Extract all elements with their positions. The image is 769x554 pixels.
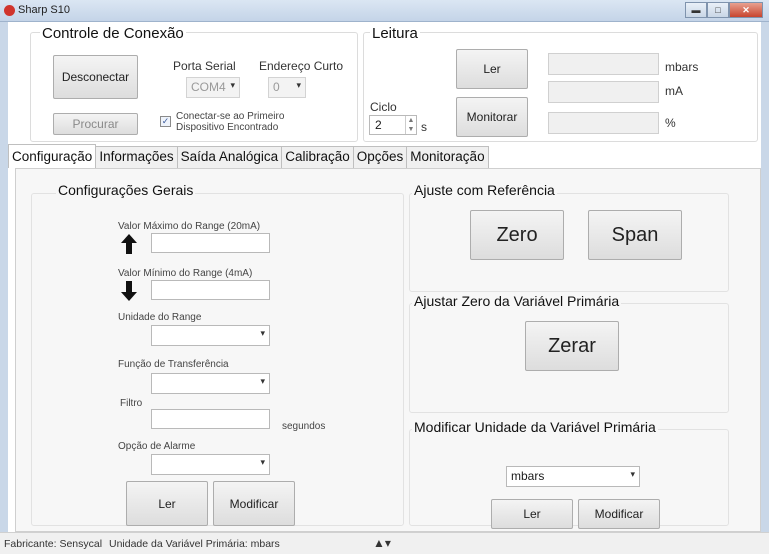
auto-connect-label: Conectar-se ao Primeiro Dispositivo Enco…: [176, 111, 284, 133]
general-settings-title: Configurações Gerais: [56, 182, 196, 198]
tab-configuration[interactable]: Configuração: [8, 144, 97, 168]
primary-unit-title: Modificar Unidade da Variável Primária: [412, 419, 658, 435]
tab-options[interactable]: Opções: [352, 146, 408, 168]
close-button[interactable]: ✕: [729, 2, 763, 18]
pressure-unit: mbars: [665, 60, 699, 74]
tab-panel-configuration: Configurações Gerais Valor Máximo do Ran…: [15, 168, 761, 532]
primary-unit-modify-button[interactable]: Modificar: [578, 499, 660, 529]
current-readout: [548, 81, 659, 103]
min-range-label: Valor Mínimo do Range (4mA): [118, 268, 253, 279]
filter-input[interactable]: [151, 409, 270, 429]
manufacturer-status: Fabricante: Sensycal: [4, 538, 103, 550]
arrow-down-icon: [119, 279, 139, 303]
pressure-readout: [548, 53, 659, 75]
tab-calibration[interactable]: Calibração: [281, 146, 354, 168]
auto-connect-checkbox[interactable]: ✓: [160, 116, 171, 127]
chevron-down-icon: ▾: [630, 469, 635, 479]
primary-unit-read-button[interactable]: Ler: [491, 499, 573, 529]
range-unit-select[interactable]: ▾: [151, 325, 270, 346]
transfer-function-label: Função de Transferência: [118, 359, 229, 370]
serial-port-label: Porta Serial: [173, 59, 236, 73]
monitor-button[interactable]: Monitorar: [456, 97, 528, 137]
primary-unit-value: mbars: [511, 469, 545, 483]
read-button[interactable]: Ler: [456, 49, 528, 89]
warning-icon[interactable]: ▲▾: [373, 536, 391, 550]
max-range-input[interactable]: [151, 233, 270, 253]
cycle-value: 2: [375, 118, 382, 132]
cycle-spinner[interactable]: 2 ▲ ▼: [369, 115, 417, 135]
cycle-unit: s: [421, 120, 427, 134]
range-unit-label: Unidade do Range: [118, 312, 202, 323]
chevron-down-icon: ▾: [296, 80, 301, 90]
short-address-label: Endereço Curto: [259, 59, 344, 73]
cycle-label: Ciclo: [370, 100, 397, 114]
filter-unit: segundos: [282, 421, 326, 432]
tab-bar: Configuração Informações Saída Analógica…: [8, 144, 489, 168]
spinner-arrows-icon[interactable]: ▲ ▼: [405, 116, 416, 134]
serial-port-select[interactable]: COM4 ▾: [186, 77, 240, 98]
general-read-button[interactable]: Ler: [126, 481, 208, 526]
filter-label: Filtro: [120, 398, 143, 409]
reset-zero-button[interactable]: Zerar: [525, 321, 619, 371]
current-unit: mA: [665, 84, 683, 98]
primary-unit-select[interactable]: mbars ▾: [506, 466, 640, 487]
title-bar: Sharp S10 ▬ □ ✕: [0, 0, 769, 22]
main-window: Controle de Conexão Desconectar Procurar…: [8, 22, 761, 532]
chevron-down-icon: ▾: [230, 80, 235, 90]
connection-title: Controle de Conexão: [40, 25, 186, 42]
percent-readout: [548, 112, 659, 134]
percent-unit: %: [665, 116, 676, 130]
max-range-label: Valor Máximo do Range (20mA): [118, 221, 261, 232]
transfer-function-select[interactable]: ▾: [151, 373, 270, 394]
min-range-input[interactable]: [151, 280, 270, 300]
primary-zero-title: Ajustar Zero da Variável Primária: [412, 293, 622, 309]
alarm-option-select[interactable]: ▾: [151, 454, 270, 475]
reading-title: Leitura: [370, 25, 420, 42]
span-button[interactable]: Span: [588, 210, 682, 260]
chevron-down-icon: ▾: [260, 457, 265, 467]
app-icon: [4, 5, 15, 16]
short-address-value: 0: [273, 80, 280, 94]
arrow-up-icon: [119, 232, 139, 256]
window-controls: ▬ □ ✕: [685, 2, 763, 18]
minimize-button[interactable]: ▬: [685, 2, 707, 18]
auto-connect-label-line1: Conectar-se ao Primeiro: [176, 111, 285, 122]
disconnect-button[interactable]: Desconectar: [53, 55, 138, 99]
zero-button[interactable]: Zero: [470, 210, 564, 260]
status-bar: Fabricante: Sensycal Unidade da Variável…: [0, 532, 769, 554]
auto-connect-label-line2: Dispositivo Encontrado: [176, 122, 279, 133]
maximize-button[interactable]: □: [707, 2, 729, 18]
reference-adjust-title: Ajuste com Referência: [412, 182, 557, 198]
window-title: Sharp S10: [18, 4, 70, 16]
tab-monitoring[interactable]: Monitoração: [406, 146, 489, 168]
alarm-option-label: Opção de Alarme: [118, 441, 196, 452]
chevron-down-icon: ▾: [260, 328, 265, 338]
short-address-select[interactable]: 0 ▾: [268, 77, 306, 98]
serial-port-value: COM4: [191, 80, 226, 94]
tab-information[interactable]: Informações: [95, 146, 178, 168]
general-modify-button[interactable]: Modificar: [213, 481, 295, 526]
chevron-down-icon: ▾: [260, 376, 265, 386]
tab-analog-output[interactable]: Saída Analógica: [176, 146, 283, 168]
primary-unit-status: Unidade da Variável Primária: mbars: [109, 538, 280, 550]
search-button[interactable]: Procurar: [53, 113, 138, 135]
